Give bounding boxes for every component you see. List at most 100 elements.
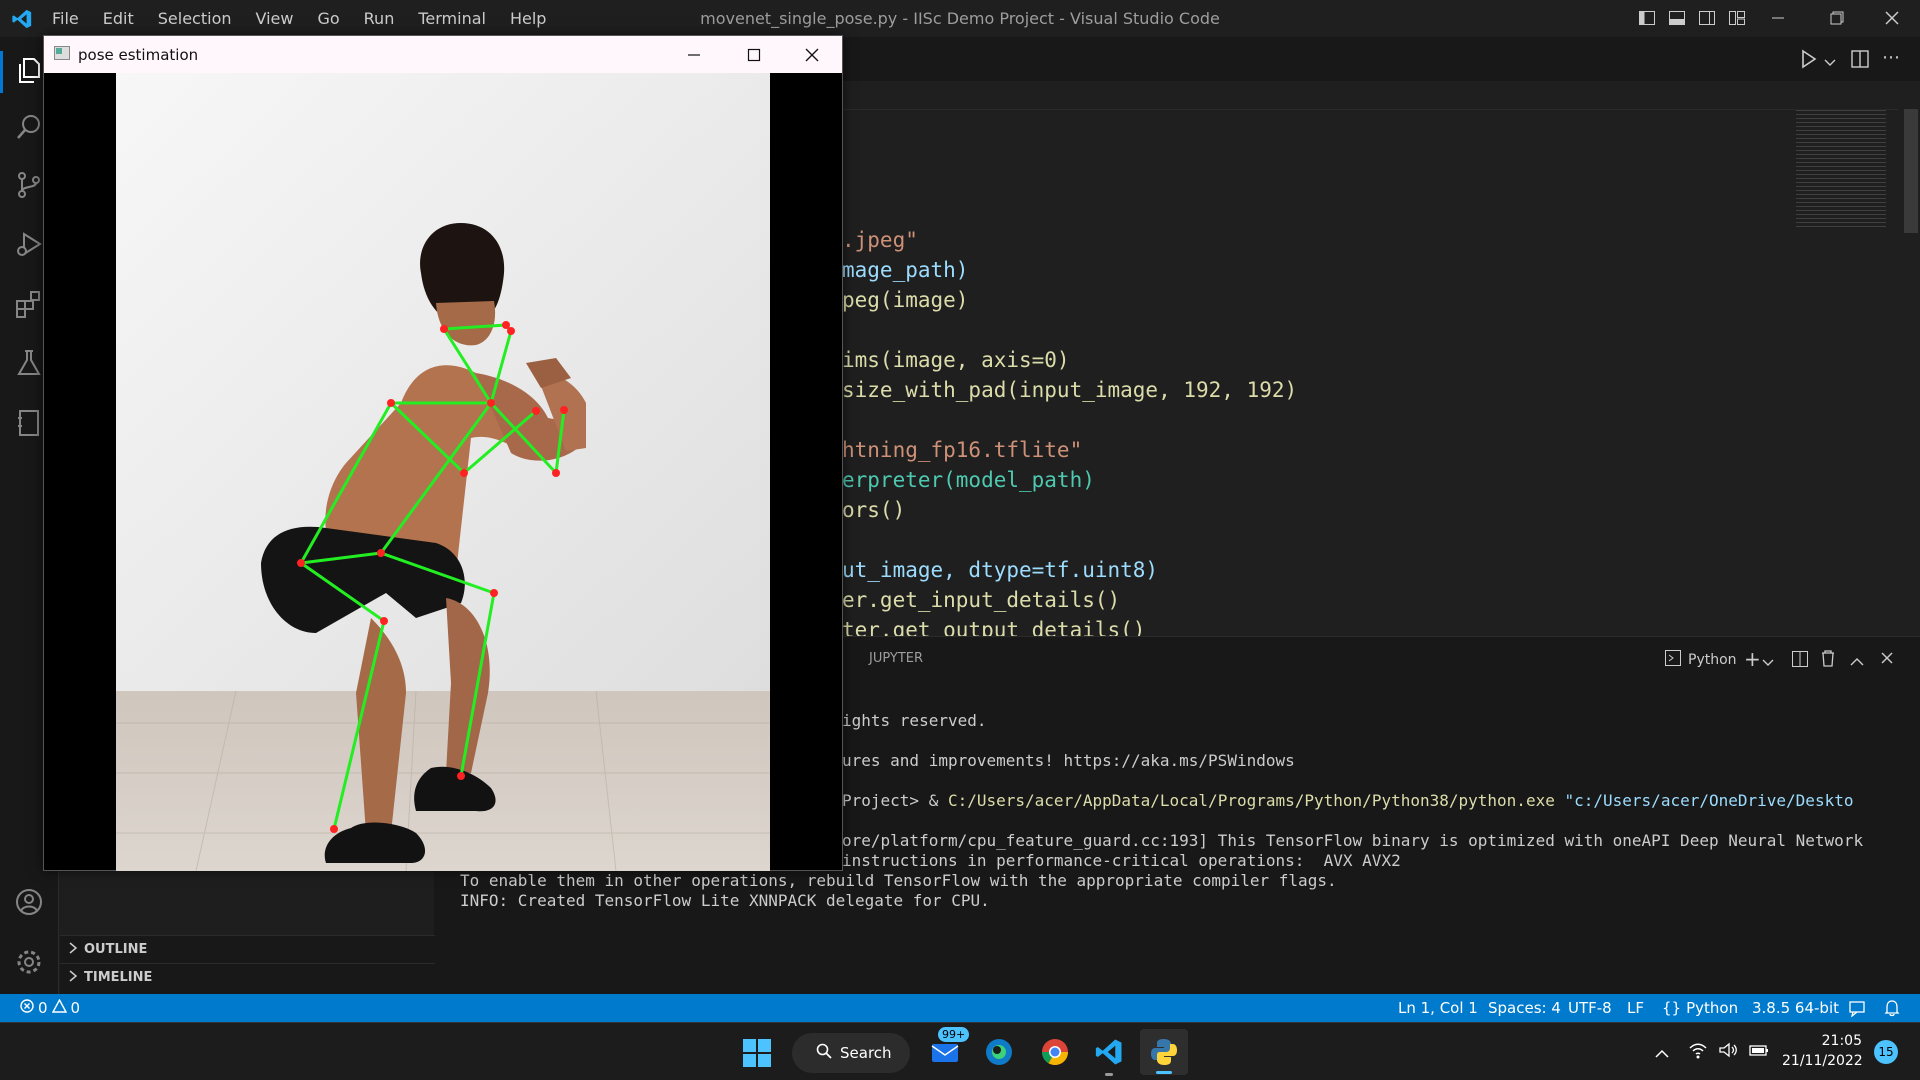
terminal-line: instructions in performance-critical ope…: [842, 851, 1401, 870]
code-text: mage_path): [842, 258, 969, 282]
mail-app-icon[interactable]: 99+: [930, 1027, 970, 1071]
terminal-line: ore/platform/cpu_feature_guard.cc:193] T…: [842, 831, 1864, 850]
pose-window-titlebar[interactable]: pose estimation: [44, 36, 842, 73]
language-mode[interactable]: {} Python: [1662, 999, 1738, 1017]
search-icon[interactable]: [14, 112, 44, 142]
terminal-icon: [1664, 649, 1682, 671]
editor-tab-bar: ⋯: [842, 37, 1920, 81]
split-editor-icon[interactable]: [1850, 49, 1870, 73]
more-actions-icon[interactable]: ⋯: [1882, 47, 1900, 68]
menu-edit[interactable]: Edit: [103, 9, 134, 28]
terminal-line: To enable them in other operations, rebu…: [460, 871, 1337, 890]
close-panel-icon[interactable]: [1880, 650, 1894, 669]
minimize-icon[interactable]: [1766, 8, 1790, 28]
volume-icon[interactable]: [1718, 1041, 1738, 1063]
terminal-dropdown-icon[interactable]: [1762, 653, 1774, 672]
code-line: peg(image): [842, 288, 968, 312]
pose-maximize-icon[interactable]: [744, 45, 764, 69]
python-interpreter[interactable]: 3.8.5 64-bit: [1752, 999, 1839, 1017]
menu-help[interactable]: Help: [510, 9, 546, 28]
code-line: ims(image, axis=0): [842, 348, 1070, 372]
outline-section[interactable]: OUTLINE: [60, 935, 435, 963]
search-magnifier-icon: [816, 1043, 832, 1063]
menu-selection[interactable]: Selection: [158, 9, 232, 28]
code-line: erpreter(model_path): [842, 468, 1095, 492]
new-terminal-icon[interactable]: +: [1744, 647, 1761, 671]
notification-count-badge[interactable]: 15: [1874, 1040, 1898, 1064]
manage-gear-icon[interactable]: [14, 947, 44, 977]
prompt-exe: C:/Users/acer/AppData/Local/Programs/Pyt…: [947, 791, 1555, 810]
terminal-line: ures and improvements! https://aka.ms/PS…: [842, 751, 1295, 770]
vscode-taskbar-icon[interactable]: [1094, 1037, 1124, 1076]
menu-file[interactable]: File: [52, 9, 79, 28]
run-dropdown-icon[interactable]: [1824, 53, 1836, 72]
warning-icon: [51, 998, 67, 1017]
code-text: peg(image): [842, 288, 969, 312]
cursor-position[interactable]: Ln 1, Col 1: [1398, 999, 1478, 1017]
problems-indicator[interactable]: 0 0: [20, 998, 81, 1017]
notifications-bell-icon[interactable]: [1884, 999, 1900, 1021]
toggle-primary-sidebar-icon[interactable]: [1638, 9, 1656, 31]
encoding[interactable]: UTF-8: [1568, 999, 1612, 1017]
prompt-arg: "c:/Users/acer/OneDrive/Deskto: [1564, 791, 1854, 810]
run-python-file-icon[interactable]: [1800, 49, 1818, 73]
accounts-icon[interactable]: [14, 887, 44, 917]
terminal-line: ights reserved.: [842, 711, 987, 730]
explorer-icon[interactable]: [14, 55, 44, 85]
taskbar: Search 99+ 21:05 21/11/2022 15: [0, 1022, 1920, 1080]
restore-icon[interactable]: [1824, 8, 1848, 28]
jupyter-icon[interactable]: [14, 408, 44, 438]
chevron-right-icon: [68, 941, 78, 958]
pose-minimize-icon[interactable]: [684, 45, 704, 69]
maximize-panel-icon[interactable]: [1850, 652, 1864, 671]
outline-label: OUTLINE: [84, 942, 148, 957]
testing-icon[interactable]: [14, 348, 44, 378]
clock[interactable]: 21:05 21/11/2022: [1782, 1031, 1863, 1071]
terminal-profile[interactable]: Python: [1664, 649, 1737, 671]
minimap[interactable]: [1796, 107, 1886, 227]
code-text: htning_fp16.tflite": [842, 438, 1083, 462]
error-count: 0: [38, 999, 48, 1017]
chevron-right-icon: [68, 969, 78, 986]
customize-layout-icon[interactable]: [1728, 9, 1746, 31]
show-hidden-icons-chevron-icon[interactable]: [1654, 1045, 1670, 1064]
code-line: ors(): [842, 498, 905, 522]
run-debug-icon[interactable]: [14, 229, 44, 259]
feedback-icon[interactable]: [1848, 999, 1866, 1021]
terminal-profile-label: Python: [1688, 652, 1737, 668]
python-window-taskbar-icon[interactable]: [1140, 1029, 1188, 1075]
line-ending[interactable]: LF: [1627, 999, 1644, 1017]
source-control-icon[interactable]: [14, 170, 44, 200]
indentation[interactable]: Spaces: 4: [1488, 999, 1561, 1017]
terminal-prompt-line: Project> & C:/Users/acer/AppData/Local/P…: [842, 791, 1853, 810]
code-line: htning_fp16.tflite": [842, 438, 1082, 462]
code-line: ut_image, dtype=tf.uint8): [842, 558, 1158, 582]
error-icon: [20, 999, 34, 1017]
timeline-section[interactable]: TIMELINE: [60, 963, 435, 991]
mail-badge: 99+: [938, 1027, 970, 1042]
code-text: ims(image, axis=0): [842, 348, 1070, 372]
sidebar-sections: OUTLINE TIMELINE: [60, 935, 435, 994]
menu-view[interactable]: View: [256, 9, 294, 28]
tab-jupyter[interactable]: JUPYTER: [869, 651, 923, 666]
edge-browser-icon[interactable]: [984, 1037, 1014, 1071]
extensions-icon[interactable]: [14, 289, 44, 319]
taskbar-search[interactable]: Search: [792, 1033, 910, 1073]
wifi-icon[interactable]: [1688, 1041, 1708, 1063]
split-terminal-icon[interactable]: [1791, 650, 1809, 672]
close-icon[interactable]: [1880, 8, 1904, 28]
kill-terminal-icon[interactable]: [1820, 649, 1836, 671]
menu-terminal[interactable]: Terminal: [418, 9, 486, 28]
toggle-secondary-sidebar-icon[interactable]: [1698, 9, 1716, 31]
toggle-panel-icon[interactable]: [1668, 9, 1686, 31]
code-editor[interactable]: .jpeg" mage_path) peg(image) ims(image, …: [842, 81, 1920, 636]
clock-time: 21:05: [1821, 1033, 1862, 1049]
menu-go[interactable]: Go: [317, 9, 339, 28]
pose-close-icon[interactable]: [802, 45, 822, 69]
warning-count: 0: [70, 999, 81, 1017]
editor-scrollbar[interactable]: [1904, 109, 1918, 233]
menu-run[interactable]: Run: [364, 9, 395, 28]
battery-icon[interactable]: [1748, 1041, 1770, 1063]
windows-start-icon[interactable]: [742, 1038, 772, 1072]
chrome-browser-icon[interactable]: [1040, 1037, 1070, 1071]
